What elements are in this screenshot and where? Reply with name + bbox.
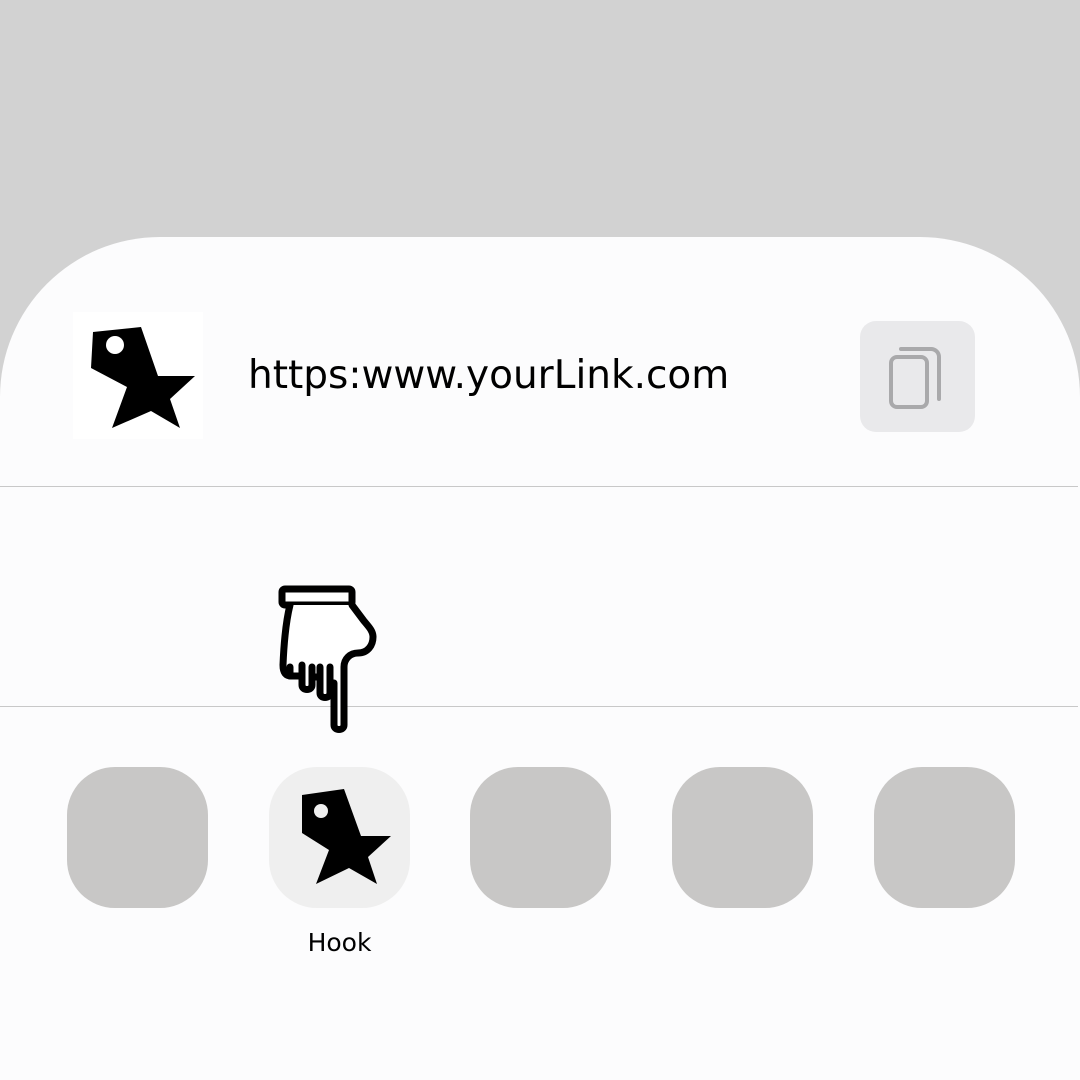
share-app-row: Hook (0, 767, 1080, 967)
app-icon-placeholder[interactable] (67, 767, 208, 908)
app-icon-placeholder[interactable] (874, 767, 1015, 908)
link-app-thumbnail (73, 312, 203, 439)
hook-app-button[interactable] (269, 767, 410, 908)
app-icon-placeholder[interactable] (470, 767, 611, 908)
copy-icon (889, 347, 941, 409)
app-slot-1[interactable] (67, 767, 208, 908)
divider (0, 706, 1078, 707)
app-slot-4[interactable] (672, 767, 813, 908)
star-tag-logo-icon (302, 789, 391, 884)
divider (0, 486, 1078, 487)
link-preview-header: https:www.yourLink.com (0, 237, 1080, 487)
app-label: Hook (307, 928, 372, 957)
copy-link-button[interactable] (860, 321, 975, 432)
app-slot-5[interactable] (874, 767, 1015, 908)
share-sheet: https:www.yourLink.com Hook (0, 237, 1080, 1080)
star-tag-logo-icon (91, 327, 195, 428)
pointing-hand-icon (278, 585, 377, 733)
link-url: https:www.yourLink.com (248, 353, 730, 398)
app-slot-hook[interactable]: Hook (269, 767, 410, 957)
app-slot-3[interactable] (470, 767, 611, 908)
app-icon-placeholder[interactable] (672, 767, 813, 908)
